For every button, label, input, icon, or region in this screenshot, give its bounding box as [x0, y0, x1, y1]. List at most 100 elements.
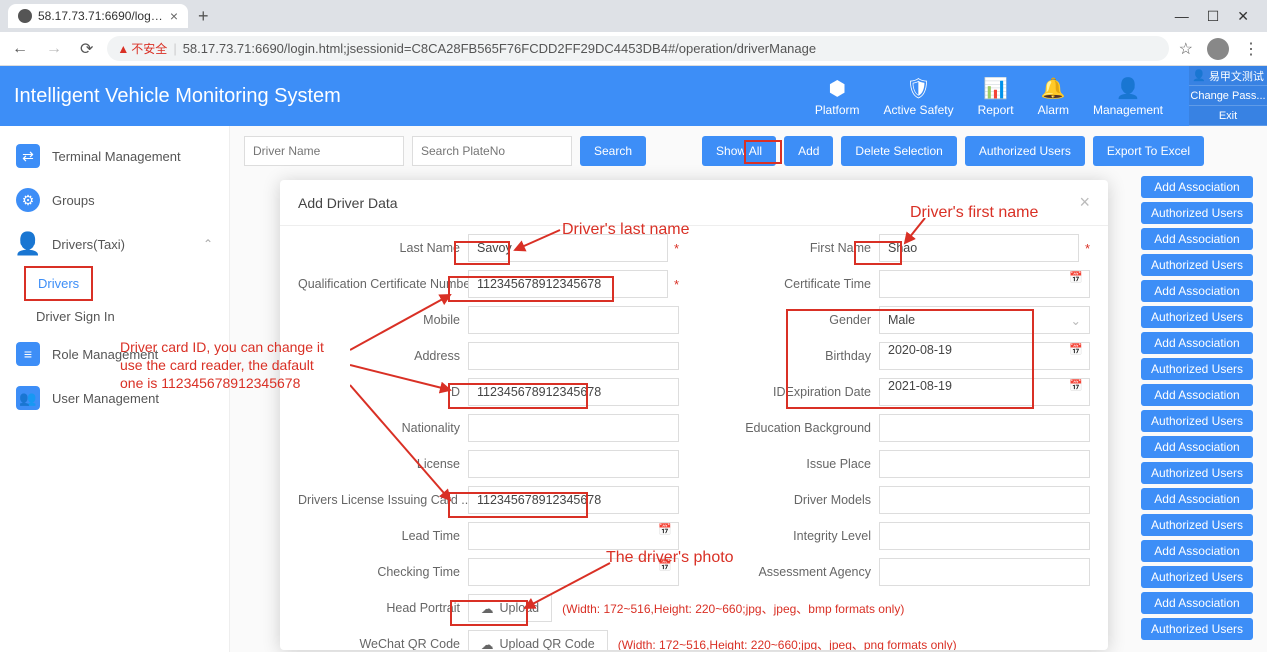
nav-report[interactable]: 📊Report [978, 76, 1014, 117]
sidebar-item-driver-signin[interactable]: Driver Sign In [24, 301, 229, 332]
auth-users-btn[interactable]: Authorized Users [1141, 410, 1253, 432]
address-input[interactable] [468, 342, 679, 370]
delete-button[interactable]: Delete Selection [841, 136, 956, 166]
dl-issuing-input[interactable] [468, 486, 679, 514]
last-name-input[interactable] [468, 234, 668, 262]
modal-header: Add Driver Data × [280, 180, 1108, 226]
sidebar-item-terminal[interactable]: ⇄Terminal Management [0, 134, 229, 178]
url-input[interactable]: ▲ 不安全 | 58.17.73.71:6690/login.html;jses… [107, 36, 1168, 61]
driver-name-input[interactable] [244, 136, 404, 166]
sidebar-item-user[interactable]: 👥User Management [0, 376, 229, 420]
favicon-icon [18, 9, 32, 23]
add-assoc-button[interactable]: Add Association [1141, 176, 1253, 198]
auth-users-btn[interactable]: Authorized Users [1141, 618, 1253, 640]
minimize-icon[interactable]: — [1175, 8, 1189, 25]
add-assoc-button[interactable]: Add Association [1141, 488, 1253, 510]
export-button[interactable]: Export To Excel [1093, 136, 1204, 166]
gender-select[interactable]: Male⌄ [879, 306, 1090, 334]
auth-users-btn[interactable]: Authorized Users [1141, 202, 1253, 224]
cube-icon: ⬢ [828, 76, 845, 101]
sidebar-item-role[interactable]: ≡Role Management [0, 332, 229, 376]
add-assoc-button[interactable]: Add Association [1141, 540, 1253, 562]
auth-users-button[interactable]: Authorized Users [965, 136, 1085, 166]
auth-users-btn[interactable]: Authorized Users [1141, 462, 1253, 484]
star-icon[interactable]: ☆ [1179, 39, 1193, 59]
auth-users-btn[interactable]: Authorized Users [1141, 358, 1253, 380]
add-assoc-button[interactable]: Add Association [1141, 384, 1253, 406]
alarm-icon: 🔔 [1041, 76, 1066, 101]
auth-users-btn[interactable]: Authorized Users [1141, 566, 1253, 588]
integrity-input[interactable] [879, 522, 1090, 550]
back-button[interactable]: ← [8, 38, 32, 60]
label-license: License [298, 457, 468, 471]
cloud-icon: ☁ [481, 601, 494, 616]
search-button[interactable]: Search [580, 136, 646, 166]
user-row[interactable]: 👤 易甲文测试 [1189, 66, 1267, 86]
terminal-icon: ⇄ [16, 144, 40, 168]
plate-input[interactable] [412, 136, 572, 166]
person-icon: 👤 [1116, 76, 1141, 101]
browser-tab[interactable]: 58.17.73.71:6690/login.html;js × [8, 4, 188, 28]
driver-models-input[interactable] [879, 486, 1090, 514]
label-driver-models: Driver Models [709, 493, 879, 507]
upload-qr-button[interactable]: ☁Upload QR Code [468, 630, 608, 650]
close-icon[interactable]: ✕ [1237, 8, 1249, 25]
groups-icon: ⚙ [16, 188, 40, 212]
upload-button[interactable]: ☁Upload [468, 594, 552, 622]
lead-time-input[interactable] [468, 522, 679, 550]
cert-time-input[interactable] [879, 270, 1090, 298]
add-driver-modal: Add Driver Data × Last Name* First Name*… [280, 180, 1108, 650]
reload-button[interactable]: ⟳ [76, 37, 97, 61]
tab-bar: 58.17.73.71:6690/login.html;js × + — ☐ ✕ [0, 0, 1267, 32]
nav-active-safety[interactable]: 🛡Active Safety [884, 76, 954, 117]
edu-bg-input[interactable] [879, 414, 1090, 442]
sidebar-item-groups[interactable]: ⚙Groups [0, 178, 229, 222]
add-assoc-button[interactable]: Add Association [1141, 228, 1253, 250]
mobile-input[interactable] [468, 306, 679, 334]
sidebar-item-drivers-taxi[interactable]: 👤Drivers(Taxi)⌃ [0, 222, 229, 266]
auth-users-btn[interactable]: Authorized Users [1141, 254, 1253, 276]
add-assoc-button[interactable]: Add Association [1141, 280, 1253, 302]
issue-place-input[interactable] [879, 450, 1090, 478]
label-assess-agency: Assessment Agency [709, 565, 879, 579]
app-title: Intelligent Vehicle Monitoring System [14, 85, 341, 108]
nav-alarm[interactable]: 🔔Alarm [1038, 76, 1069, 117]
birthday-input[interactable]: 2020-08-19 [879, 342, 1090, 370]
qual-cert-input[interactable] [468, 270, 668, 298]
show-all-button[interactable]: Show All [702, 136, 776, 166]
add-assoc-button[interactable]: Add Association [1141, 332, 1253, 354]
label-last-name: Last Name [298, 241, 468, 255]
new-tab-button[interactable]: + [192, 6, 215, 27]
exit-row[interactable]: Exit [1189, 106, 1267, 126]
window-controls: — ☐ ✕ [1175, 8, 1259, 25]
checking-time-input[interactable] [468, 558, 679, 586]
forward-button[interactable]: → [42, 38, 66, 60]
profile-icon[interactable] [1207, 38, 1229, 60]
auth-users-btn[interactable]: Authorized Users [1141, 306, 1253, 328]
add-button[interactable]: Add [784, 136, 833, 166]
maximize-icon[interactable]: ☐ [1207, 8, 1220, 25]
header-nav: ⬢Platform 🛡Active Safety 📊Report 🔔Alarm … [815, 76, 1163, 117]
modal-title: Add Driver Data [298, 195, 398, 211]
nationality-input[interactable] [468, 414, 679, 442]
auth-users-btn[interactable]: Authorized Users [1141, 514, 1253, 536]
change-pass-row[interactable]: Change Pass... [1189, 86, 1267, 106]
add-assoc-button[interactable]: Add Association [1141, 592, 1253, 614]
nav-management[interactable]: 👤Management [1093, 76, 1163, 117]
label-id-exp: IDExpiration Date [709, 385, 879, 399]
nav-platform[interactable]: ⬢Platform [815, 76, 860, 117]
label-integrity: Integrity Level [709, 529, 879, 543]
label-birthday: Birthday [709, 349, 879, 363]
license-input[interactable] [468, 450, 679, 478]
close-tab-icon[interactable]: × [170, 8, 178, 24]
assess-agency-input[interactable] [879, 558, 1090, 586]
app-header: Intelligent Vehicle Monitoring System ⬢P… [0, 66, 1267, 126]
modal-close-icon[interactable]: × [1079, 192, 1090, 213]
sidebar-item-drivers[interactable]: Drivers [24, 266, 93, 301]
first-name-input[interactable] [879, 234, 1079, 262]
header-side: 👤 易甲文测试 Change Pass... Exit [1189, 66, 1267, 126]
id-input[interactable] [468, 378, 679, 406]
id-exp-input[interactable]: 2021-08-19 [879, 378, 1090, 406]
menu-icon[interactable]: ⋮ [1243, 39, 1259, 59]
add-assoc-button[interactable]: Add Association [1141, 436, 1253, 458]
